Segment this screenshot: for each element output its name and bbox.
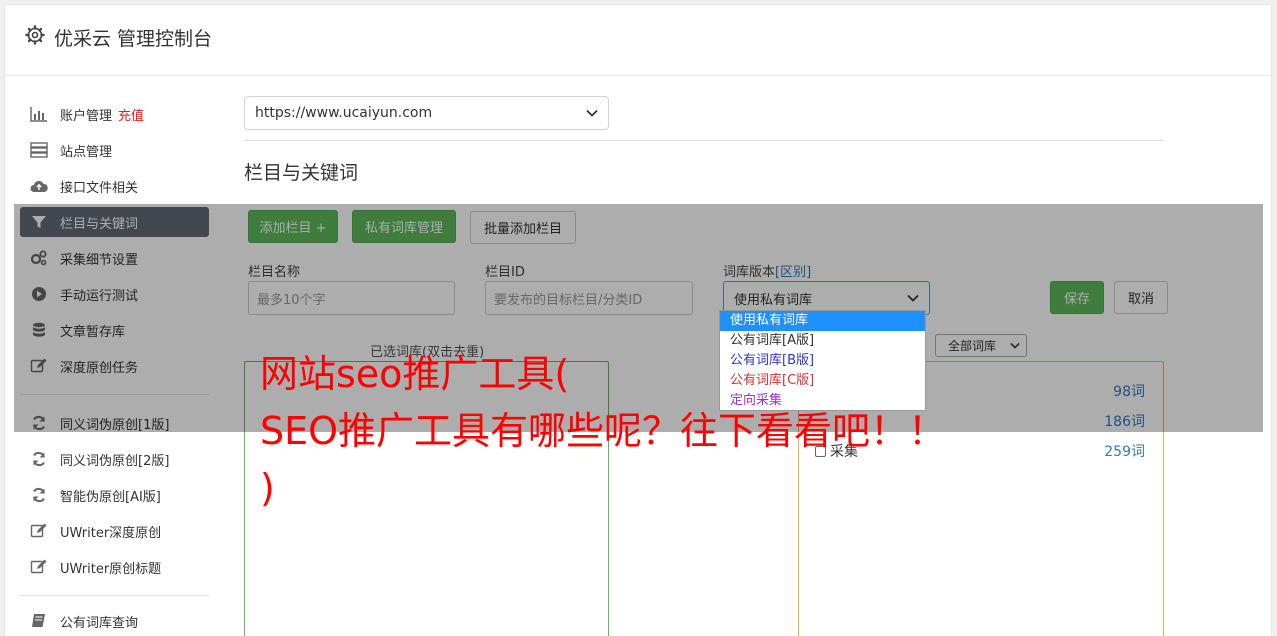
sidebar-item-label: 同义词伪原创[2版] bbox=[60, 453, 170, 469]
sidebar-item-public-lib-query[interactable]: 公有词库查询 bbox=[20, 606, 209, 636]
sidebar-item-label: 账户管理 bbox=[60, 108, 113, 124]
promo-line-1: 网站seo推广工具( bbox=[260, 352, 570, 396]
lib-count: 259词 bbox=[1104, 444, 1145, 460]
gear-icon bbox=[25, 25, 45, 45]
recharge-link[interactable]: 充值 bbox=[118, 105, 144, 124]
sidebar-item-label: 站点管理 bbox=[60, 144, 113, 160]
cloud-upload-icon bbox=[30, 180, 48, 192]
edit-icon bbox=[30, 559, 47, 574]
sidebar-item-synonym-v2[interactable]: 同义词伪原创[2版] bbox=[20, 444, 209, 474]
sidebar-item-uwriter-deep[interactable]: UWriter深度原创 bbox=[20, 516, 209, 546]
sidebar-item-label: 公有词库查询 bbox=[60, 615, 139, 631]
promo-text: 网站seo推广工具( SEO推广工具有哪些呢？往下看看吧！！ ) bbox=[260, 346, 1040, 517]
sidebar-item-account[interactable]: 账户管理 充值 bbox=[20, 99, 209, 129]
sidebar-item-label: 智能伪原创[AI版] bbox=[60, 489, 161, 505]
sidebar-item-uwriter-title[interactable]: UWriter原创标题 bbox=[20, 552, 209, 582]
edit-icon bbox=[30, 523, 47, 538]
sidebar-item-ai-rewrite[interactable]: 智能伪原创[AI版] bbox=[20, 480, 209, 510]
chevron-down-icon bbox=[586, 109, 598, 117]
sidebar-item-label: UWriter原创标题 bbox=[60, 561, 162, 577]
sidebar-item-label: 接口文件相关 bbox=[60, 180, 139, 196]
dropdown-option-private[interactable]: 使用私有词库 bbox=[720, 311, 925, 331]
refresh-icon bbox=[33, 451, 45, 467]
site-select-value: https://www.ucaiyun.com bbox=[255, 105, 433, 121]
sidebar-divider bbox=[20, 595, 209, 596]
server-icon bbox=[30, 142, 48, 158]
site-select[interactable]: https://www.ucaiyun.com bbox=[244, 96, 609, 130]
section-title: 栏目与关键词 bbox=[244, 162, 359, 184]
sidebar-item-label: UWriter深度原创 bbox=[60, 525, 162, 541]
promo-line-3: ) bbox=[260, 466, 275, 510]
refresh-icon bbox=[33, 487, 45, 503]
console-header: 优采云 管理控制台 bbox=[5, 5, 1271, 76]
divider bbox=[244, 140, 1164, 141]
sidebar-item-interface[interactable]: 接口文件相关 bbox=[20, 171, 209, 201]
book-icon bbox=[32, 614, 45, 627]
promo-line-2: SEO推广工具有哪些呢？往下看看吧！！ bbox=[260, 409, 947, 453]
bar-chart-icon bbox=[30, 107, 47, 122]
sidebar-item-sites[interactable]: 站点管理 bbox=[20, 135, 209, 165]
app-title: 优采云 管理控制台 bbox=[54, 28, 213, 50]
